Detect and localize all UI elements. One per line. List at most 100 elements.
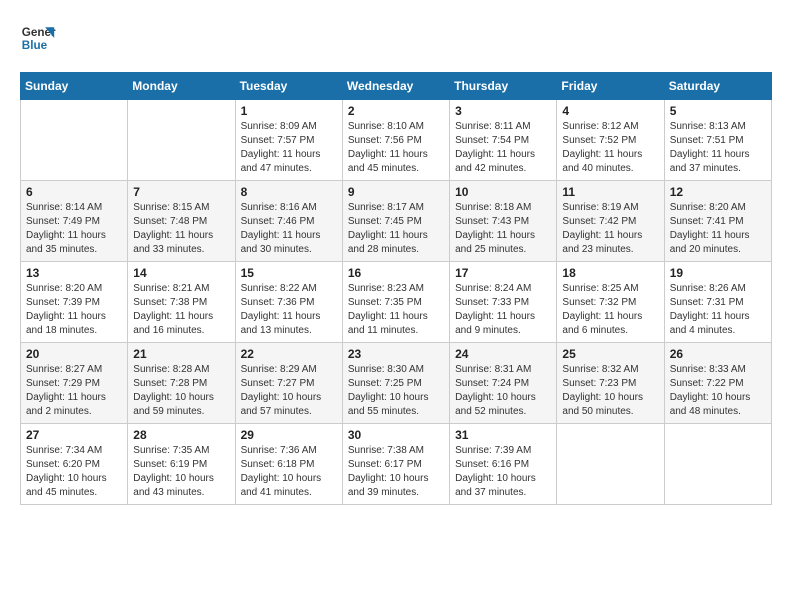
- calendar-cell: 20 Sunrise: 8:27 AM Sunset: 7:29 PM Dayli…: [21, 343, 128, 424]
- calendar-cell: [21, 100, 128, 181]
- calendar-cell: 12 Sunrise: 8:20 AM Sunset: 7:41 PM Dayli…: [664, 181, 771, 262]
- weekday-header: Wednesday: [342, 73, 449, 100]
- page-header: General Blue: [20, 20, 772, 56]
- day-info: Sunrise: 8:14 AM Sunset: 7:49 PM Dayligh…: [26, 201, 122, 257]
- day-info: Sunrise: 8:30 AM Sunset: 7:25 PM Dayligh…: [348, 363, 444, 419]
- day-info: Sunrise: 8:15 AM Sunset: 7:48 PM Dayligh…: [133, 201, 229, 257]
- calendar-cell: 24Sunrise: 8:31 AM Sunset: 7:24 PM Dayli…: [450, 343, 557, 424]
- calendar-cell: 5 Sunrise: 8:13 AM Sunset: 7:51 PM Daylig…: [664, 100, 771, 181]
- calendar-cell: 14 Sunrise: 8:21 AM Sunset: 7:38 PM Dayli…: [128, 262, 235, 343]
- day-info: Sunrise: 8:20 AM Sunset: 7:41 PM Dayligh…: [670, 201, 766, 257]
- weekday-header: Thursday: [450, 73, 557, 100]
- day-number: 30: [348, 428, 444, 442]
- day-number: 14: [133, 266, 229, 280]
- day-info: Sunrise: 8:27 AM Sunset: 7:29 PM Dayligh…: [26, 363, 122, 419]
- calendar-cell: 17 Sunrise: 8:24 AM Sunset: 7:33 PM Dayli…: [450, 262, 557, 343]
- calendar-cell: 13Sunrise: 8:20 AM Sunset: 7:39 PM Dayli…: [21, 262, 128, 343]
- calendar-cell: 30Sunrise: 7:38 AM Sunset: 6:17 PM Dayli…: [342, 424, 449, 505]
- day-info: Sunrise: 8:19 AM Sunset: 7:42 PM Dayligh…: [562, 201, 658, 257]
- calendar-cell: 11 Sunrise: 8:19 AM Sunset: 7:42 PM Dayli…: [557, 181, 664, 262]
- calendar-cell: 28 Sunrise: 7:35 AM Sunset: 6:19 PM Dayli…: [128, 424, 235, 505]
- calendar-cell: [557, 424, 664, 505]
- weekday-header: Friday: [557, 73, 664, 100]
- day-number: 5: [670, 104, 766, 118]
- day-number: 6: [26, 185, 122, 199]
- day-number: 26: [670, 347, 766, 361]
- calendar-cell: 9 Sunrise: 8:17 AM Sunset: 7:45 PM Daylig…: [342, 181, 449, 262]
- day-number: 9: [348, 185, 444, 199]
- day-number: 15: [241, 266, 337, 280]
- calendar-cell: 22 Sunrise: 8:29 AM Sunset: 7:27 PM Dayli…: [235, 343, 342, 424]
- day-number: 27: [26, 428, 122, 442]
- calendar-table: SundayMondayTuesdayWednesdayThursdayFrid…: [20, 72, 772, 505]
- calendar-cell: 18 Sunrise: 8:25 AM Sunset: 7:32 PM Dayli…: [557, 262, 664, 343]
- day-number: 17: [455, 266, 551, 280]
- day-info: Sunrise: 8:11 AM Sunset: 7:54 PM Dayligh…: [455, 120, 551, 176]
- logo: General Blue: [20, 20, 56, 56]
- day-number: 11: [562, 185, 658, 199]
- day-info: Sunrise: 8:26 AM Sunset: 7:31 PM Dayligh…: [670, 282, 766, 338]
- day-number: 3: [455, 104, 551, 118]
- calendar-week-row: 1Sunrise: 8:09 AM Sunset: 7:57 PM Daylig…: [21, 100, 772, 181]
- calendar-cell: 3 Sunrise: 8:11 AM Sunset: 7:54 PM Daylig…: [450, 100, 557, 181]
- calendar-cell: 4 Sunrise: 8:12 AM Sunset: 7:52 PM Daylig…: [557, 100, 664, 181]
- day-info: Sunrise: 8:17 AM Sunset: 7:45 PM Dayligh…: [348, 201, 444, 257]
- calendar-cell: 23 Sunrise: 8:30 AM Sunset: 7:25 PM Dayli…: [342, 343, 449, 424]
- logo-icon: General Blue: [20, 20, 56, 56]
- calendar-cell: 8Sunrise: 8:16 AM Sunset: 7:46 PM Daylig…: [235, 181, 342, 262]
- calendar-cell: 31 Sunrise: 7:39 AM Sunset: 6:16 PM Dayli…: [450, 424, 557, 505]
- calendar-week-row: 20 Sunrise: 8:27 AM Sunset: 7:29 PM Dayli…: [21, 343, 772, 424]
- calendar-header-row: SundayMondayTuesdayWednesdayThursdayFrid…: [21, 73, 772, 100]
- calendar-cell: 16Sunrise: 8:23 AM Sunset: 7:35 PM Dayli…: [342, 262, 449, 343]
- day-number: 4: [562, 104, 658, 118]
- day-number: 22: [241, 347, 337, 361]
- day-number: 8: [241, 185, 337, 199]
- day-number: 24: [455, 347, 551, 361]
- day-info: Sunrise: 7:34 AM Sunset: 6:20 PM Dayligh…: [26, 444, 122, 500]
- calendar-cell: [128, 100, 235, 181]
- day-number: 13: [26, 266, 122, 280]
- day-number: 10: [455, 185, 551, 199]
- day-info: Sunrise: 7:39 AM Sunset: 6:16 PM Dayligh…: [455, 444, 551, 500]
- weekday-header: Sunday: [21, 73, 128, 100]
- day-info: Sunrise: 7:36 AM Sunset: 6:18 PM Dayligh…: [241, 444, 337, 500]
- day-info: Sunrise: 8:09 AM Sunset: 7:57 PM Dayligh…: [241, 120, 337, 176]
- day-info: Sunrise: 8:25 AM Sunset: 7:32 PM Dayligh…: [562, 282, 658, 338]
- day-number: 28: [133, 428, 229, 442]
- day-info: Sunrise: 8:21 AM Sunset: 7:38 PM Dayligh…: [133, 282, 229, 338]
- calendar-week-row: 6 Sunrise: 8:14 AM Sunset: 7:49 PM Daylig…: [21, 181, 772, 262]
- weekday-header: Saturday: [664, 73, 771, 100]
- calendar-cell: 27 Sunrise: 7:34 AM Sunset: 6:20 PM Dayli…: [21, 424, 128, 505]
- day-number: 20: [26, 347, 122, 361]
- day-info: Sunrise: 8:13 AM Sunset: 7:51 PM Dayligh…: [670, 120, 766, 176]
- calendar-cell: 1Sunrise: 8:09 AM Sunset: 7:57 PM Daylig…: [235, 100, 342, 181]
- calendar-cell: 2 Sunrise: 8:10 AM Sunset: 7:56 PM Daylig…: [342, 100, 449, 181]
- day-number: 25: [562, 347, 658, 361]
- day-info: Sunrise: 8:12 AM Sunset: 7:52 PM Dayligh…: [562, 120, 658, 176]
- day-number: 31: [455, 428, 551, 442]
- day-info: Sunrise: 8:32 AM Sunset: 7:23 PM Dayligh…: [562, 363, 658, 419]
- weekday-header: Monday: [128, 73, 235, 100]
- day-info: Sunrise: 7:35 AM Sunset: 6:19 PM Dayligh…: [133, 444, 229, 500]
- day-info: Sunrise: 8:10 AM Sunset: 7:56 PM Dayligh…: [348, 120, 444, 176]
- calendar-cell: 19 Sunrise: 8:26 AM Sunset: 7:31 PM Dayli…: [664, 262, 771, 343]
- day-info: Sunrise: 8:22 AM Sunset: 7:36 PM Dayligh…: [241, 282, 337, 338]
- calendar-week-row: 13Sunrise: 8:20 AM Sunset: 7:39 PM Dayli…: [21, 262, 772, 343]
- day-info: Sunrise: 8:33 AM Sunset: 7:22 PM Dayligh…: [670, 363, 766, 419]
- day-number: 23: [348, 347, 444, 361]
- day-number: 18: [562, 266, 658, 280]
- calendar-cell: 26 Sunrise: 8:33 AM Sunset: 7:22 PM Dayli…: [664, 343, 771, 424]
- calendar-cell: 10 Sunrise: 8:18 AM Sunset: 7:43 PM Dayli…: [450, 181, 557, 262]
- svg-text:Blue: Blue: [22, 39, 48, 52]
- day-number: 2: [348, 104, 444, 118]
- calendar-cell: 29Sunrise: 7:36 AM Sunset: 6:18 PM Dayli…: [235, 424, 342, 505]
- calendar-cell: 6 Sunrise: 8:14 AM Sunset: 7:49 PM Daylig…: [21, 181, 128, 262]
- calendar-cell: 7Sunrise: 8:15 AM Sunset: 7:48 PM Daylig…: [128, 181, 235, 262]
- calendar-cell: 25 Sunrise: 8:32 AM Sunset: 7:23 PM Dayli…: [557, 343, 664, 424]
- day-number: 12: [670, 185, 766, 199]
- day-number: 19: [670, 266, 766, 280]
- day-info: Sunrise: 8:18 AM Sunset: 7:43 PM Dayligh…: [455, 201, 551, 257]
- day-info: Sunrise: 8:29 AM Sunset: 7:27 PM Dayligh…: [241, 363, 337, 419]
- weekday-header: Tuesday: [235, 73, 342, 100]
- day-info: Sunrise: 8:24 AM Sunset: 7:33 PM Dayligh…: [455, 282, 551, 338]
